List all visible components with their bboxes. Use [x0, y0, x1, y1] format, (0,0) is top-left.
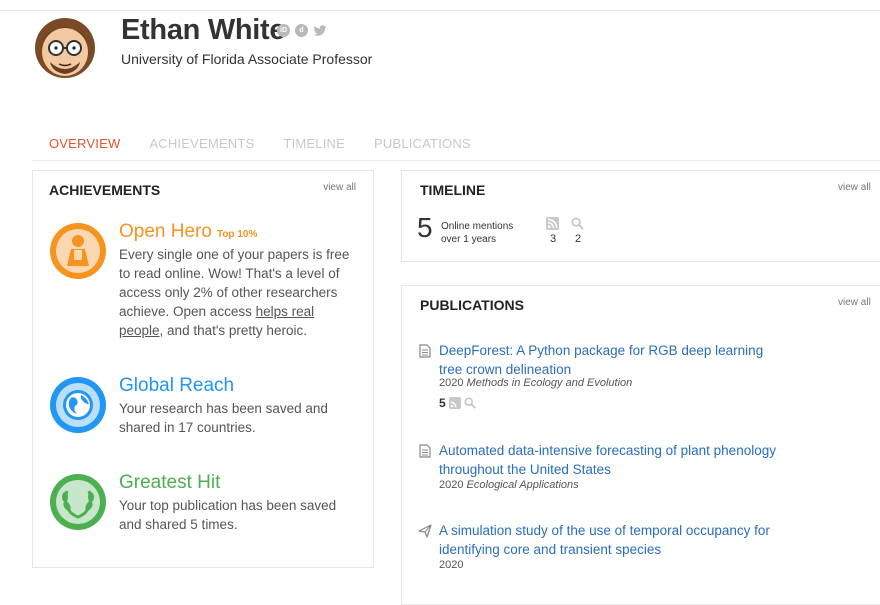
- timeline-search-count: 2: [575, 233, 582, 245]
- publications-title: PUBLICATIONS: [420, 297, 524, 313]
- timeline-label-mentions: Online mentions: [441, 221, 514, 232]
- twitter-icon[interactable]: [313, 24, 327, 37]
- profile-tabs: OVERVIEW ACHIEVEMENTS TIMELINE PUBLICATI…: [49, 136, 500, 151]
- orcid-icon[interactable]: iD: [277, 24, 290, 37]
- profile-name: Ethan White: [121, 14, 286, 46]
- achievements-view-all[interactable]: view all: [323, 182, 356, 193]
- document-icon: [419, 444, 431, 458]
- depsy-icon[interactable]: d: [295, 24, 308, 37]
- timeline-panel: TIMELINE view all 5 Online mentions over…: [401, 170, 880, 262]
- document-icon: [419, 344, 431, 358]
- tab-overview[interactable]: OVERVIEW: [49, 136, 120, 151]
- open-hero-title: Open Hero Top 10%: [119, 221, 257, 243]
- open-hero-icon: [50, 223, 106, 279]
- greatest-hit-title: Greatest Hit: [119, 472, 221, 493]
- tab-timeline[interactable]: TIMELINE: [283, 136, 345, 151]
- publication-title[interactable]: A simulation study of the use of tempora…: [439, 521, 789, 559]
- publication-year: 2020: [439, 377, 464, 389]
- open-hero-description: Every single one of your papers is free …: [119, 245, 359, 340]
- global-reach-title: Global Reach: [119, 375, 235, 396]
- open-hero-badge: Top 10%: [216, 229, 258, 240]
- search-icon: [464, 397, 476, 409]
- greatest-hit-description: Your top publication has been saved and …: [119, 498, 337, 532]
- open-hero-desc-text: Every single one of your papers is free …: [119, 247, 350, 319]
- timeline-count: 5: [417, 212, 433, 243]
- publication-meta: 2020 Methods in Ecology and Evolution: [439, 377, 632, 389]
- achievements-title: ACHIEVEMENTS: [49, 182, 161, 198]
- publications-panel: PUBLICATIONS view all DeepForest: A Pyth…: [401, 285, 880, 605]
- publication-count: 5: [439, 396, 446, 410]
- top-divider: [0, 10, 880, 11]
- timeline-rss-count: 3: [550, 233, 557, 245]
- open-hero-label: Open Hero: [119, 221, 212, 242]
- achievements-panel: ACHIEVEMENTS view all Open Hero Top 10% E…: [32, 170, 374, 568]
- laurel-icon: [50, 474, 106, 530]
- tab-publications[interactable]: PUBLICATIONS: [374, 136, 471, 151]
- publications-view-all[interactable]: view all: [838, 297, 871, 308]
- open-hero-desc-end: , and that's pretty heroic.: [159, 323, 307, 338]
- publication-title[interactable]: Automated data-intensive forecasting of …: [439, 441, 789, 479]
- publication-meta: 2020: [439, 559, 463, 571]
- timeline-label-years: over 1 years: [441, 234, 497, 245]
- rss-icon: [448, 397, 461, 409]
- rss-icon: [546, 217, 559, 230]
- search-icon: [571, 217, 584, 230]
- publication-journal: Ecological Applications: [466, 479, 579, 491]
- publication-title[interactable]: DeepForest: A Python package for RGB dee…: [439, 341, 789, 379]
- globe-icon: [50, 377, 106, 433]
- publication-meta: 2020 Ecological Applications: [439, 479, 579, 491]
- global-reach-description: Your research has been saved and shared …: [119, 401, 328, 435]
- timeline-view-all[interactable]: view all: [838, 182, 871, 193]
- timeline-title: TIMELINE: [420, 182, 486, 198]
- profile-icons: iD d: [277, 24, 327, 37]
- profile-subtitle: University of Florida Associate Professo…: [121, 51, 373, 67]
- paper-plane-icon: [418, 524, 432, 538]
- publication-year: 2020: [439, 479, 464, 491]
- publication-mentions: 5: [439, 396, 476, 410]
- publication-journal: Methods in Ecology and Evolution: [466, 377, 633, 389]
- tab-achievements[interactable]: ACHIEVEMENTS: [149, 136, 254, 151]
- publication-year: 2020: [439, 559, 464, 571]
- avatar: [35, 18, 95, 78]
- tabs-divider: [32, 160, 880, 161]
